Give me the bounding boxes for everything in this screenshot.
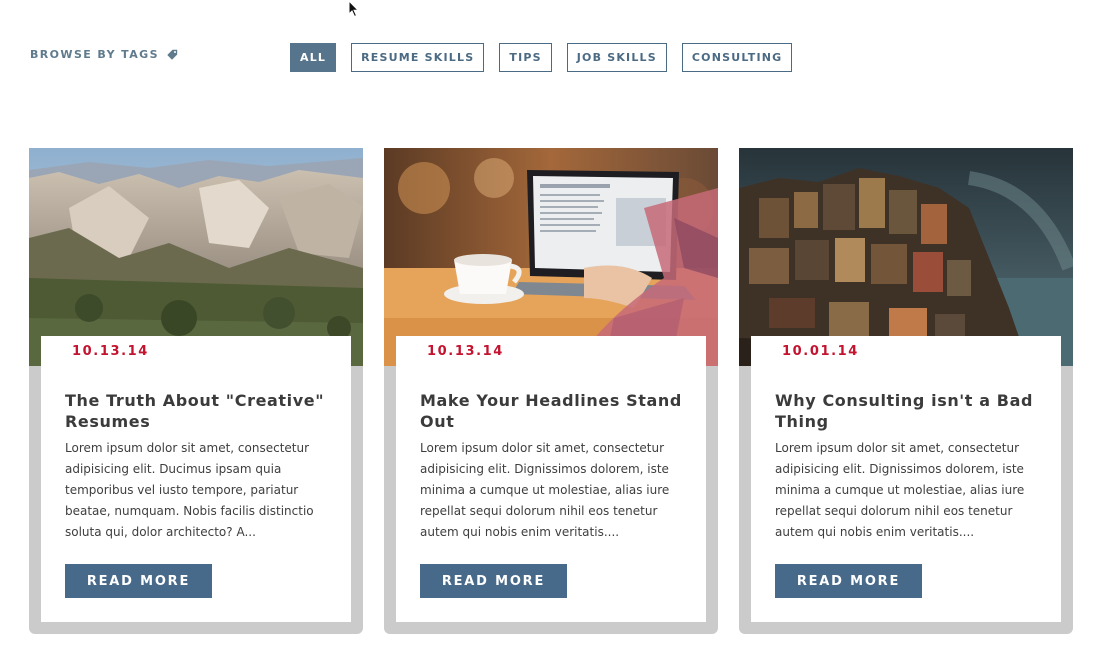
post-card: 10.13.14 Make Your Headlines Stand Out L… [384,148,718,634]
post-excerpt: Lorem ipsum dolor sit amet, consectetur … [420,441,670,539]
post-image-cliff-village[interactable] [739,148,1073,366]
post-card: 10.13.14 The Truth About "Creative" Resu… [29,148,363,634]
post-excerpt: Lorem ipsum dolor sit amet, consectetur … [65,441,314,539]
tag-filter-list: ALL RESUME SKILLS TIPS JOB SKILLS CONSUL… [290,43,793,72]
post-title[interactable]: The Truth About "Creative" Resumes [65,390,335,432]
tag-consulting-button[interactable]: CONSULTING [681,43,793,72]
post-date: 10.13.14 [396,336,529,367]
post-card-body: 10.01.14 Why Consulting isn't a Bad Thin… [751,336,1061,622]
post-image-laptop-coffee[interactable] [384,148,718,366]
read-more-button[interactable]: READ MORE [420,564,567,598]
post-card: 10.01.14 Why Consulting isn't a Bad Thin… [739,148,1073,634]
tag-job-skills-button[interactable]: JOB SKILLS [566,43,667,72]
read-more-button[interactable]: READ MORE [65,564,212,598]
browse-by-tags-text: BROWSE BY TAGS [30,48,159,61]
tag-all-button[interactable]: ALL [290,43,337,72]
post-date: 10.13.14 [41,336,174,367]
post-card-body: 10.13.14 The Truth About "Creative" Resu… [41,336,351,622]
post-card-body: 10.13.14 Make Your Headlines Stand Out L… [396,336,706,622]
read-more-button[interactable]: READ MORE [775,564,922,598]
browse-by-tags-label: BROWSE BY TAGS [30,48,178,61]
tag-tips-button[interactable]: TIPS [499,43,552,72]
mouse-cursor-icon [348,0,360,18]
post-title[interactable]: Make Your Headlines Stand Out [420,390,690,432]
post-date: 10.01.14 [751,336,884,367]
tag-resume-skills-button[interactable]: RESUME SKILLS [351,43,485,72]
post-title[interactable]: Why Consulting isn't a Bad Thing [775,390,1045,432]
tag-icon [167,49,178,60]
post-excerpt: Lorem ipsum dolor sit amet, consectetur … [775,441,1025,539]
post-image-mountains[interactable] [29,148,363,366]
